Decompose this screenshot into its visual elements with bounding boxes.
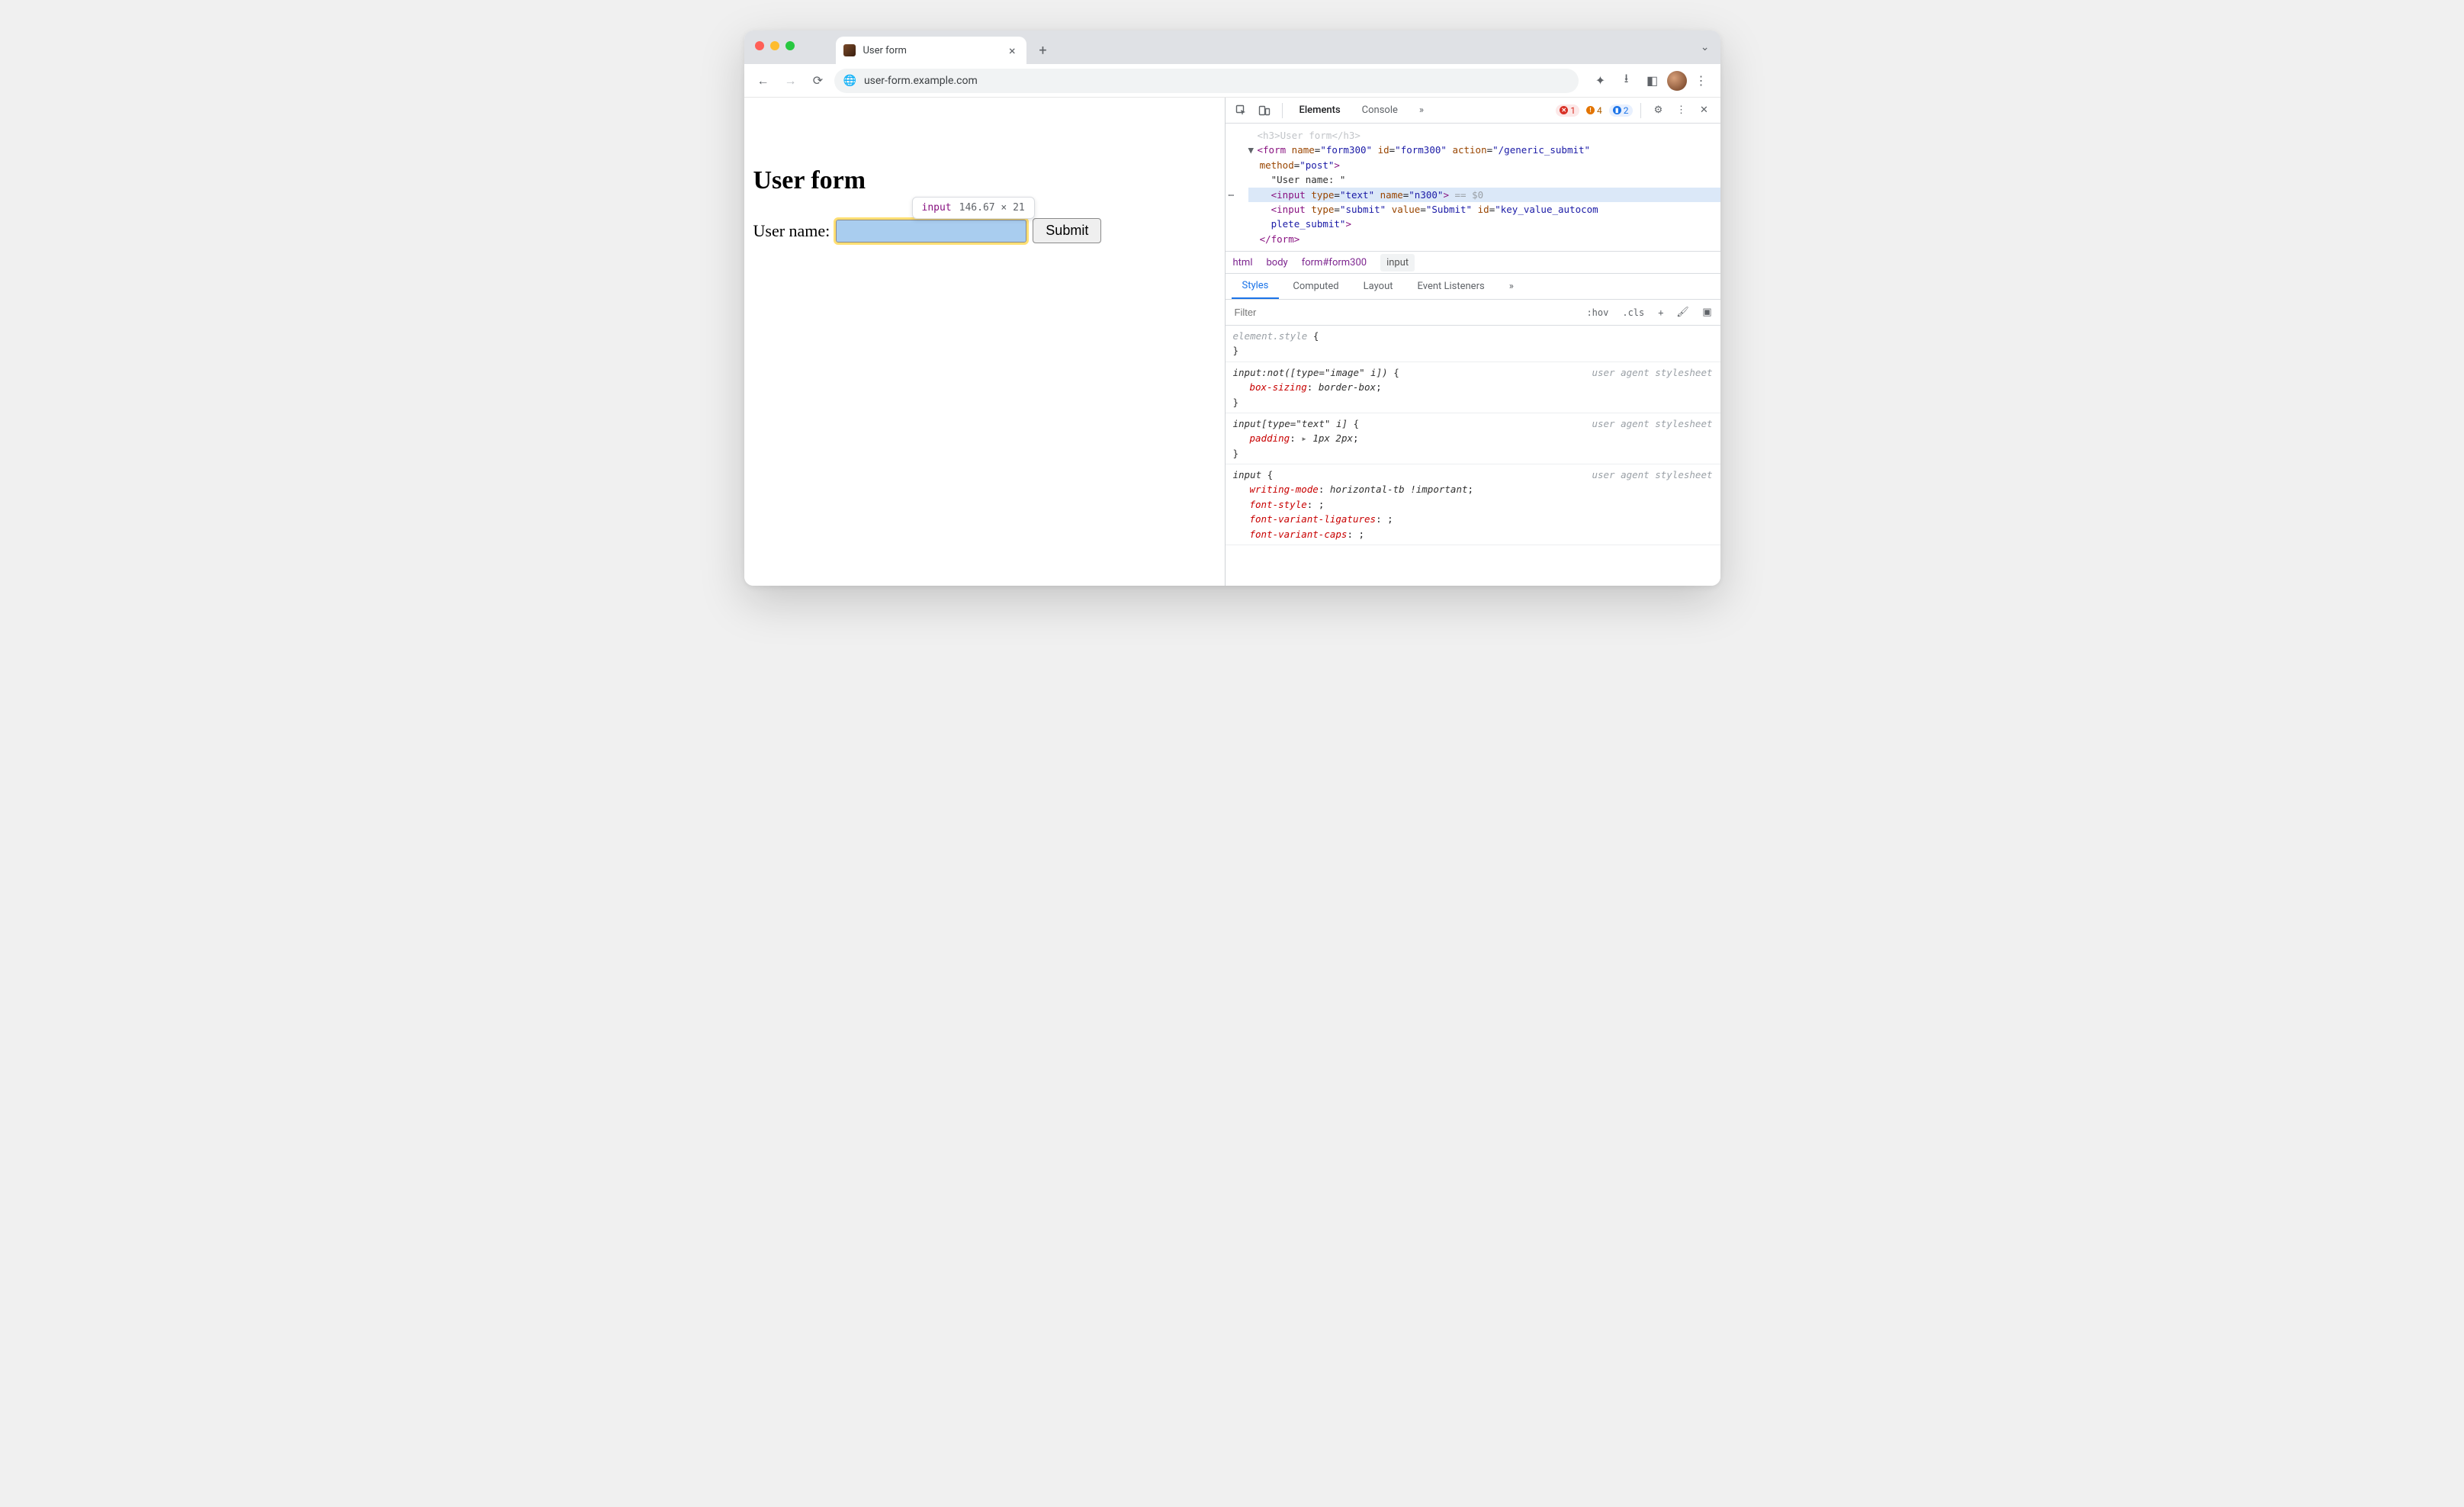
window-controls	[755, 41, 795, 50]
extensions-icon[interactable]: ✦	[1589, 69, 1612, 92]
dom-line: method="post">	[1248, 158, 1720, 172]
style-rule: user agent stylesheet input { writing-mo…	[1226, 464, 1720, 545]
tab-title: User form	[863, 45, 907, 56]
paint-icon[interactable]: 🖌	[1673, 303, 1693, 323]
styles-toolbar: :hov .cls + 🖌 ▣	[1226, 300, 1720, 326]
error-count-badge[interactable]: ✕1	[1556, 104, 1579, 117]
user-form: User name: Submit	[753, 218, 1216, 243]
devtools-top-bar: Elements Console » ✕1 !4 ▮2 ⚙ ⋮ ✕	[1226, 98, 1720, 124]
page-heading: User form	[753, 166, 1216, 195]
page-pane: input 146.67 × 21 User form User name: S…	[744, 98, 1225, 586]
favicon-icon	[843, 44, 856, 56]
browser-tab[interactable]: User form ×	[836, 37, 1026, 64]
close-devtools-icon[interactable]: ✕	[1695, 101, 1714, 120]
cls-toggle[interactable]: .cls	[1618, 307, 1649, 318]
dom-breadcrumb: html body form#form300 input	[1226, 251, 1720, 274]
forward-button[interactable]: →	[779, 69, 802, 92]
style-rules: element.style { } user agent stylesheet …	[1226, 326, 1720, 586]
new-rule-button[interactable]: +	[1653, 307, 1668, 318]
username-label: User name:	[753, 221, 830, 241]
settings-icon[interactable]: ⚙	[1649, 101, 1669, 120]
back-button[interactable]: ←	[752, 69, 775, 92]
breadcrumb-item[interactable]: input	[1380, 254, 1415, 272]
style-rule: user agent stylesheet input[type="text" …	[1226, 413, 1720, 464]
close-window-icon[interactable]	[755, 41, 764, 50]
content-area: input 146.67 × 21 User form User name: S…	[744, 98, 1720, 586]
inspect-tooltip: input 146.67 × 21	[912, 197, 1035, 219]
browser-toolbar: ← → ⟳ 🌐 user-form.example.com ✦ ⭳ ◧ ⋮	[744, 64, 1720, 98]
toolbar-right: ✦ ⭳ ◧ ⋮	[1589, 69, 1713, 92]
dom-line: plete_submit">	[1248, 217, 1720, 231]
subtab-layout[interactable]: Layout	[1353, 274, 1404, 299]
breadcrumb-item[interactable]: html	[1233, 257, 1253, 268]
username-input[interactable]	[836, 220, 1026, 243]
url-text: user-form.example.com	[864, 75, 978, 87]
dom-line: </form>	[1248, 232, 1720, 246]
profile-avatar[interactable]	[1667, 71, 1687, 91]
hov-toggle[interactable]: :hov	[1582, 307, 1613, 318]
toggle-sidebar-icon[interactable]: ▣	[1698, 303, 1717, 323]
breadcrumb-item[interactable]: form#form300	[1302, 257, 1367, 268]
subtab-styles[interactable]: Styles	[1232, 274, 1280, 299]
style-rule: user agent stylesheet input:not([type="i…	[1226, 362, 1720, 413]
site-info-icon[interactable]: 🌐	[843, 75, 856, 87]
sidepanel-icon[interactable]: ◧	[1641, 69, 1664, 92]
tabs-dropdown-icon[interactable]: ⌄	[1701, 41, 1710, 53]
devtools-panel: Elements Console » ✕1 !4 ▮2 ⚙ ⋮ ✕ <h3>Us…	[1225, 98, 1720, 586]
dom-line: "User name: "	[1248, 172, 1720, 187]
tooltip-dimensions: 146.67 × 21	[959, 202, 1025, 214]
dom-line: <input type="submit" value="Submit" id="…	[1248, 202, 1720, 217]
close-tab-icon[interactable]: ×	[1006, 43, 1019, 58]
subtab-listeners[interactable]: Event Listeners	[1407, 274, 1495, 299]
inspect-element-icon[interactable]	[1232, 101, 1251, 120]
styles-subtabs: Styles Computed Layout Event Listeners »	[1226, 274, 1720, 300]
submit-button[interactable]: Submit	[1033, 218, 1101, 243]
devtools-menu-icon[interactable]: ⋮	[1672, 101, 1691, 120]
warning-count-badge[interactable]: !4	[1582, 104, 1606, 117]
info-count-badge[interactable]: ▮2	[1609, 104, 1633, 117]
tab-elements[interactable]: Elements	[1290, 98, 1350, 124]
subtab-computed[interactable]: Computed	[1282, 274, 1349, 299]
browser-window: User form × + ⌄ ← → ⟳ 🌐 user-form.exampl…	[744, 31, 1720, 586]
styles-filter-input[interactable]	[1229, 307, 1578, 318]
maximize-window-icon[interactable]	[785, 41, 795, 50]
new-tab-button[interactable]: +	[1033, 40, 1054, 61]
titlebar: User form × + ⌄	[744, 31, 1720, 64]
reload-button[interactable]: ⟳	[807, 69, 830, 92]
downloads-icon[interactable]: ⭳	[1615, 69, 1638, 92]
breadcrumb-item[interactable]: body	[1266, 257, 1287, 268]
address-bar[interactable]: 🌐 user-form.example.com	[834, 69, 1579, 93]
style-rule: element.style { }	[1226, 326, 1720, 362]
dom-line: <h3>User form</h3>	[1248, 128, 1720, 143]
dom-line-selected: <input type="text" name="n300"> == $0	[1248, 188, 1720, 202]
chrome-menu-icon[interactable]: ⋮	[1690, 69, 1713, 92]
minimize-window-icon[interactable]	[770, 41, 779, 50]
tab-console[interactable]: Console	[1353, 98, 1407, 124]
dom-tree[interactable]: <h3>User form</h3> ▼<form name="form300"…	[1226, 124, 1720, 251]
tab-more[interactable]: »	[1410, 98, 1433, 124]
tooltip-tag: input	[922, 202, 952, 214]
dom-line: ▼<form name="form300" id="form300" actio…	[1248, 143, 1720, 157]
device-toolbar-icon[interactable]	[1254, 101, 1274, 120]
subtab-more[interactable]: »	[1499, 274, 1524, 299]
